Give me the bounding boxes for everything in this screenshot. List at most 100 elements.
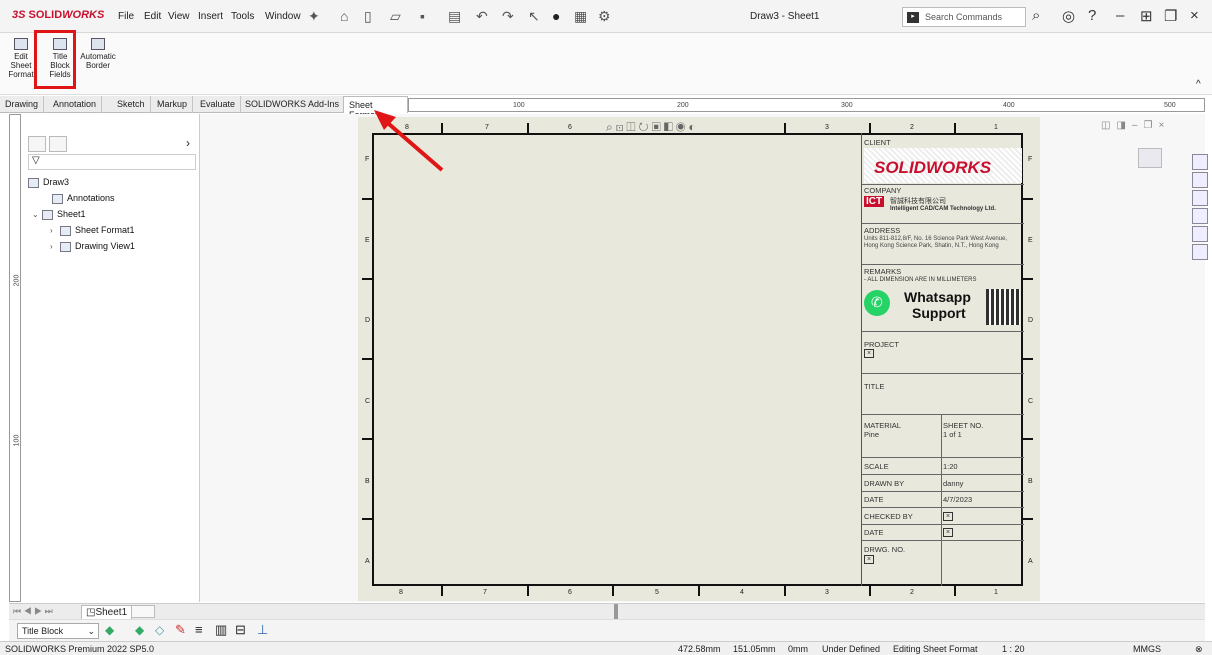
drwg-no-placeholder-icon: × [864,555,874,564]
title-block[interactable]: CLIENT SOLIDWORKS COMPANY ICT 智誠科技有限公司 I… [861,133,1024,586]
line-style-icon[interactable]: ▥ [215,622,227,638]
close-icon[interactable]: × [1190,7,1199,24]
hide-show-edges-icon[interactable]: ⊟ [235,622,246,638]
chevron-right-icon[interactable]: › [50,242,60,251]
restore-icon[interactable]: ❐ [1164,7,1177,25]
file-explorer-icon[interactable] [1192,190,1208,206]
canvas-tile-icon[interactable]: ◫ [1101,120,1116,131]
canvas-restore-icon[interactable]: ❐ [1143,120,1158,131]
resources-home-icon[interactable] [1192,154,1208,170]
collapse-ribbon-icon[interactable]: ^ [1196,79,1201,90]
feature-tree-tab-icon[interactable] [28,136,46,152]
chevron-down-icon[interactable]: ⌄ [32,210,42,219]
tab-evaluate[interactable]: Evaluate [195,96,242,113]
menu-edit[interactable]: Edit [144,11,161,22]
sheet-tab-sheet1[interactable]: ◳Sheet1 [81,605,133,620]
layer-properties-icon[interactable]: ◆ [135,623,144,637]
hide-show-icon[interactable]: ◉ [676,120,689,134]
line-color-icon[interactable]: ✎ [175,622,186,638]
tab-drawing[interactable]: Drawing [0,96,45,113]
help-icon[interactable]: ? [1088,7,1096,24]
user-icon[interactable]: ◎ [1062,7,1075,25]
tree-root-draw3[interactable]: Draw3 [28,177,69,188]
zone-label: 4 [740,589,744,596]
undo-icon[interactable]: ↶ [476,8,488,25]
status-scale[interactable]: 1 : 20 [1002,644,1025,654]
canvas-close-icon[interactable]: × [1158,120,1170,131]
menu-tools[interactable]: Tools [231,11,254,22]
tab-annotation[interactable]: Annotation [48,96,103,113]
canvas-minimize-icon[interactable]: – [1132,120,1144,131]
tab-markup[interactable]: Markup [152,96,194,113]
select-icon[interactable]: ↖ [528,8,540,25]
previous-view-icon[interactable]: ◫ [626,120,638,134]
menu-insert[interactable]: Insert [198,11,223,22]
file-properties-icon[interactable]: ▦ [574,8,587,25]
menu-view[interactable]: View [168,11,190,22]
edit-sheet-format-button[interactable]: Edit Sheet Format [6,38,36,79]
minimize-icon[interactable]: – [1116,7,1124,24]
tile-icon[interactable]: ⊞ [1140,7,1153,25]
add-sheet-icon[interactable] [131,605,155,618]
layer-icon[interactable]: ◆ [105,623,114,637]
custom-properties-icon[interactable] [1192,244,1208,260]
tree-item-sheet-format1[interactable]: › Sheet Format1 [50,225,135,236]
appearance-icon[interactable]: ◐ [688,120,698,134]
layer-settings-icon[interactable]: ◇ [155,623,164,637]
view-cube-icon[interactable] [1138,148,1162,168]
tab-sketch[interactable]: Sketch [112,96,151,113]
menu-file[interactable]: File [118,11,134,22]
display-style-icon[interactable]: ◧ [664,120,676,134]
tb-divider [862,223,1024,224]
print-icon[interactable]: ▤ [448,8,461,25]
tree-item-drawing-view1[interactable]: › Drawing View1 [50,241,135,252]
tree-item-annotations[interactable]: Annotations [52,193,115,204]
automatic-border-button[interactable]: Automatic Border [80,38,116,70]
status-options-icon[interactable]: ⊗ [1195,644,1203,655]
canvas-window-controls[interactable]: ◫◨–❐× [1101,120,1170,131]
canvas-split-icon[interactable]: ◨ [1116,120,1131,131]
save-icon[interactable]: ▪ [420,8,425,24]
app-logo[interactable]: 3S SOLIDWORKS [12,9,104,21]
menu-window[interactable]: Window [265,11,301,22]
options-gear-icon[interactable]: ⚙ [598,8,611,25]
line-thickness-icon[interactable]: ≡ [195,622,203,637]
drawn-by-value[interactable]: danny [943,479,963,488]
tree-filter-input[interactable]: ▽ [28,154,196,170]
document-title: Draw3 - Sheet1 [750,11,820,22]
zoom-to-fit-icon[interactable]: ⌕ [606,120,616,134]
address-text: Units 811-812,8/F, No. 16 Science Park W… [864,236,1008,249]
chevron-right-icon[interactable]: › [186,136,190,150]
horizontal-ruler: 100 200 300 400 500 [408,98,1205,112]
view-palette-icon[interactable] [1192,208,1208,224]
new-document-icon[interactable]: ▯ [364,8,372,25]
section-view-icon[interactable]: ▣ [652,120,664,134]
tree-item-sheet1[interactable]: ⌄ Sheet1 [32,209,86,220]
tab-add-ins[interactable]: SOLIDWORKS Add-Ins [240,96,346,113]
rotate-icon[interactable]: ↻ [639,120,652,134]
command-manager: Edit Sheet Format Title Block Fields Aut… [0,33,1212,95]
pin-icon[interactable]: ✦ [308,8,320,25]
redo-icon[interactable]: ↷ [502,8,514,25]
rebuild-icon[interactable]: ● [552,8,560,24]
scale-value[interactable]: 1:20 [943,462,958,471]
material-value[interactable]: Pine [864,430,879,439]
appearances-icon[interactable] [1192,226,1208,242]
date-value[interactable]: 4/7/2023 [943,495,972,504]
sheet-no-value[interactable]: 1 of 1 [943,430,962,439]
status-units[interactable]: MMGS [1133,644,1161,654]
chevron-right-icon[interactable]: › [50,226,60,235]
open-folder-icon[interactable]: ▱ [390,8,401,25]
design-library-icon[interactable] [1192,172,1208,188]
color-display-mode-icon[interactable]: ⊥ [257,622,268,638]
property-manager-tab-icon[interactable] [49,136,67,152]
zoom-area-icon[interactable]: ⊡ [616,120,627,134]
scrollbar-splitter[interactable] [614,604,618,620]
search-commands-input[interactable]: ▸ Search Commands [902,7,1026,27]
search-icon[interactable]: ⌕ [1032,7,1040,24]
home-icon[interactable]: ⌂ [340,8,348,24]
sheet-nav-arrows-icon[interactable]: ⏮ ◀ ▶ ⏭ [13,606,53,617]
layer-dropdown[interactable]: Title Block ⌄ [17,623,99,639]
company-name-en: Intelligent CAD/CAM Technology Ltd. [890,206,996,212]
zone-label: 2 [910,124,914,131]
